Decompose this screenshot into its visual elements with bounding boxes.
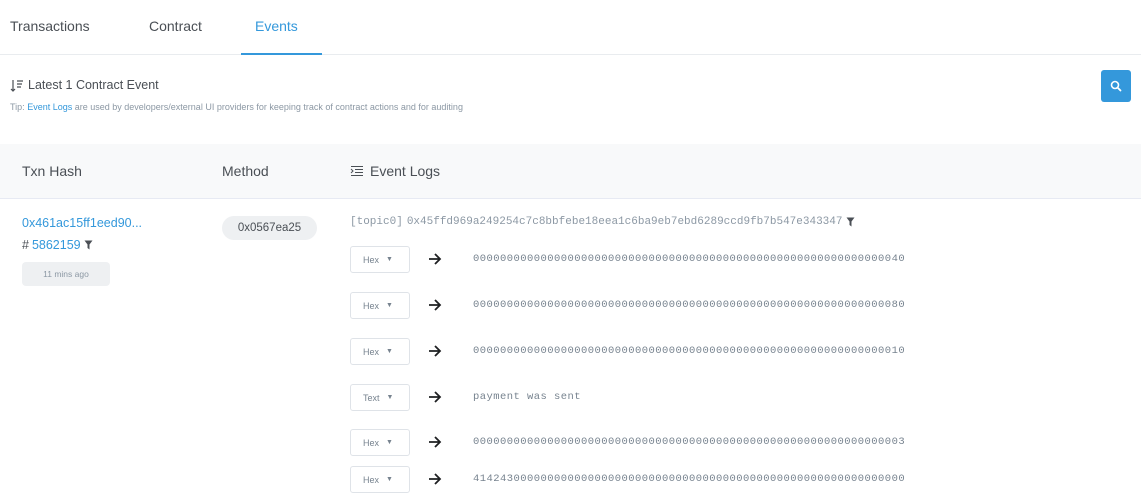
log-value: 4142430000000000000000000000000000000000…	[473, 473, 906, 485]
topic0: [topic0] 0x45ffd969a249254c7c8bbfebe18ee…	[350, 216, 855, 228]
chevron-down-icon: ▼	[386, 256, 393, 263]
method-badge: 0x0567ea25	[222, 216, 317, 240]
section-title: Latest 1 Contract Event	[10, 78, 159, 92]
section-title-text: Latest 1 Contract Event	[28, 78, 159, 92]
chevron-down-icon: ▼	[386, 394, 394, 401]
topic-label: [topic0]	[350, 216, 403, 228]
chevron-down-icon: ▼	[386, 439, 393, 446]
age-badge: 11 mins ago	[22, 262, 110, 286]
tab-contract[interactable]: Contract	[149, 18, 202, 34]
format-dropdown[interactable]: Text ▼	[350, 384, 410, 411]
log-value: 0000000000000000000000000000000000000000…	[473, 253, 906, 265]
arrow-right-icon	[429, 345, 442, 357]
format-label: Text	[363, 392, 380, 403]
header-event-logs-label: Event Logs	[370, 163, 441, 179]
log-row: Text ▼ payment was sent	[350, 384, 1110, 411]
log-row: Hex ▼ 00000000000000000000000000000000000…	[350, 338, 1110, 365]
filter-icon[interactable]	[84, 240, 93, 250]
active-tab-indicator	[241, 53, 322, 55]
log-value: 0000000000000000000000000000000000000000…	[473, 299, 906, 311]
event-logs-link[interactable]: Event Logs	[27, 102, 72, 112]
tip-prefix: Tip:	[10, 102, 25, 112]
tab-transactions[interactable]: Transactions	[10, 18, 90, 34]
log-row: Hex ▼ 00000000000000000000000000000000000…	[350, 292, 1110, 319]
format-label: Hex	[363, 437, 380, 448]
arrow-right-icon	[429, 299, 442, 311]
tip-text: Tip: Event Logs are used by developers/e…	[10, 102, 463, 112]
format-dropdown[interactable]: Hex ▼	[350, 292, 410, 319]
header-txn-hash: Txn Hash	[22, 163, 82, 179]
format-dropdown[interactable]: Hex ▼	[350, 246, 410, 273]
arrow-right-icon	[429, 391, 442, 403]
sort-icon	[10, 79, 23, 92]
format-label: Hex	[363, 300, 380, 311]
table-header: Txn Hash Method Event Logs	[0, 144, 1141, 199]
chevron-down-icon: ▼	[386, 476, 393, 483]
chevron-down-icon: ▼	[386, 302, 393, 309]
block-number: # 5862159	[22, 238, 93, 252]
tip-rest: are used by developers/external UI provi…	[74, 102, 463, 112]
list-icon	[350, 165, 363, 177]
search-icon	[1110, 80, 1122, 92]
txn-hash-link[interactable]: 0x461ac15ff1eed90...	[22, 216, 142, 230]
format-label: Hex	[363, 254, 380, 265]
format-dropdown[interactable]: Hex ▼	[350, 338, 410, 365]
log-row: Hex ▼ 41424300000000000000000000000000000…	[350, 466, 1110, 493]
log-row: Hex ▼ 00000000000000000000000000000000000…	[350, 429, 1110, 456]
log-row: Hex ▼ 00000000000000000000000000000000000…	[350, 246, 1110, 273]
block-prefix: #	[22, 238, 29, 252]
tab-events[interactable]: Events	[255, 18, 298, 34]
log-value: 0000000000000000000000000000000000000000…	[473, 436, 906, 448]
search-button[interactable]	[1101, 70, 1131, 102]
block-link[interactable]: 5862159	[32, 238, 81, 252]
arrow-right-icon	[429, 436, 442, 448]
format-dropdown[interactable]: Hex ▼	[350, 466, 410, 493]
chevron-down-icon: ▼	[386, 348, 393, 355]
tab-bar: Transactions Contract Events	[0, 0, 1141, 55]
topic-filter-icon[interactable]	[846, 217, 855, 227]
log-value: 0000000000000000000000000000000000000000…	[473, 345, 906, 357]
arrow-right-icon	[429, 473, 442, 485]
header-method: Method	[222, 163, 269, 179]
format-label: Hex	[363, 346, 380, 357]
topic-value: 0x45ffd969a249254c7c8bbfebe18eea1c6ba9eb…	[406, 216, 843, 228]
header-event-logs: Event Logs	[350, 163, 440, 179]
format-dropdown[interactable]: Hex ▼	[350, 429, 410, 456]
arrow-right-icon	[429, 253, 442, 265]
format-label: Hex	[363, 474, 380, 485]
log-value: payment was sent	[473, 391, 582, 403]
